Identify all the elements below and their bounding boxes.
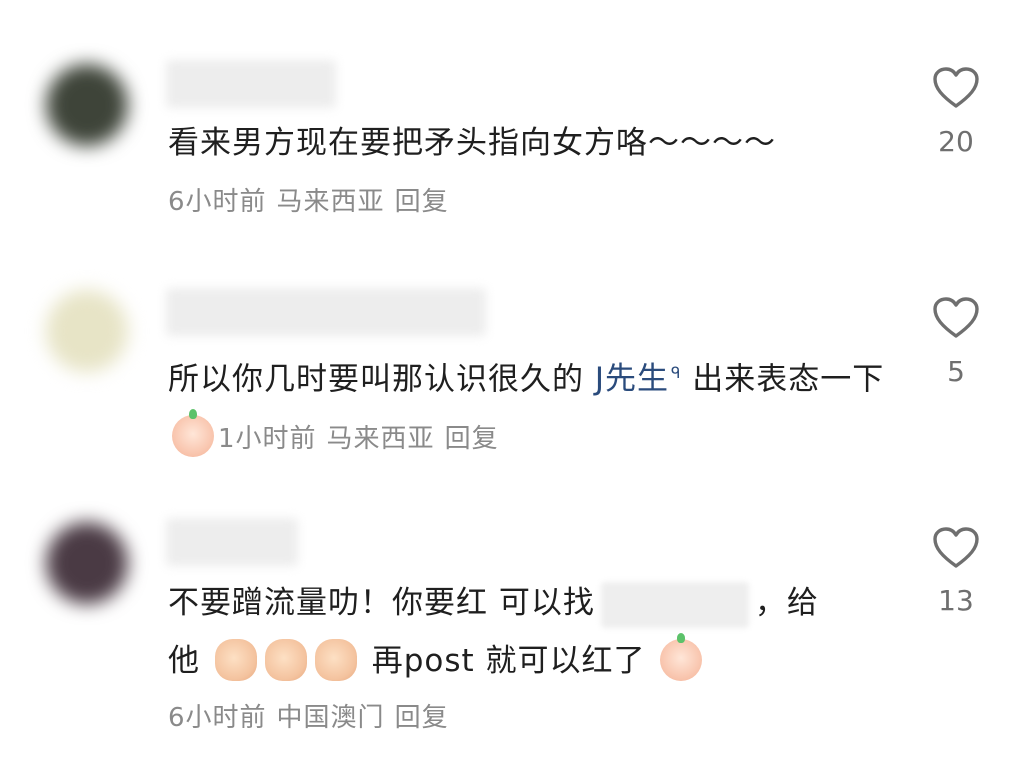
avatar[interactable] (46, 290, 128, 372)
comment-text: 不要蹭流量叻！你要红 可以找 ，给 他 再post 就可以红了 (168, 574, 888, 690)
like-count: 13 (938, 584, 974, 617)
redacted-mention (600, 581, 749, 628)
like-button[interactable] (932, 526, 980, 570)
comment-time: 1小时前 (218, 424, 317, 455)
like-button[interactable] (932, 66, 980, 110)
username-redacted[interactable] (166, 288, 486, 336)
heart-outline-icon (933, 527, 979, 568)
comment-text-part: 他 (168, 643, 200, 679)
comment-text-part: 再post 就可以红了 (371, 643, 646, 679)
reply-button[interactable]: 回复 (395, 703, 449, 733)
mention-link[interactable]: J先生 ᑫ (595, 361, 682, 397)
comment-text: 看来男方现在要把矛头指向女方咯～～～～ (168, 125, 776, 161)
comment-location: 马来西亚 (326, 424, 435, 455)
username-redacted[interactable] (166, 60, 336, 108)
heart-outline-icon (933, 67, 979, 108)
comment-text-part: ，给 (754, 585, 819, 621)
comment-text-part: 出来表态一下 (681, 361, 885, 398)
search-icon: ᑫ (671, 364, 682, 382)
comment-meta: 6小时前 中国澳门 回复 (168, 696, 459, 740)
heart-outline-icon (933, 297, 979, 338)
comment-meta: 1小时前 马来西亚 回复 (218, 424, 509, 454)
fist-emoji (264, 638, 307, 681)
comment-line: 不要蹭流量叻！你要红 可以找 ，给 (168, 574, 888, 632)
avatar[interactable] (46, 64, 128, 146)
kissing-character-emoji (660, 632, 703, 681)
comment-text-part: 所以你几时要叫那认识很久的 (168, 361, 595, 398)
comment-text: 所以你几时要叫那认识很久的 J先生 ᑫ 出来表态一下 1小时前 马来西亚 回复 (168, 344, 888, 468)
like-count: 5 (947, 355, 965, 388)
comment-line: 他 再post 就可以红了 (168, 632, 888, 690)
comment-meta: 6小时前 马来西亚 回复 (168, 180, 459, 224)
comment-location: 马来西亚 (276, 187, 385, 217)
comment-time: 6小时前 (168, 703, 267, 733)
reply-button[interactable]: 回复 (445, 424, 499, 454)
avatar[interactable] (46, 522, 128, 604)
comment-location: 中国澳门 (276, 703, 385, 733)
like-button[interactable] (932, 296, 980, 340)
comment-text-part: 不要蹭流量叻！你要红 可以找 (168, 585, 595, 621)
fist-emoji (214, 638, 257, 681)
crying-character-emoji (172, 408, 214, 457)
mention-label[interactable]: J先生 (595, 361, 669, 397)
fist-emoji (314, 638, 357, 681)
comment-time: 6小时前 (168, 187, 267, 217)
reply-button[interactable]: 回复 (395, 187, 449, 217)
username-redacted[interactable] (166, 518, 298, 566)
like-count: 20 (938, 125, 974, 158)
